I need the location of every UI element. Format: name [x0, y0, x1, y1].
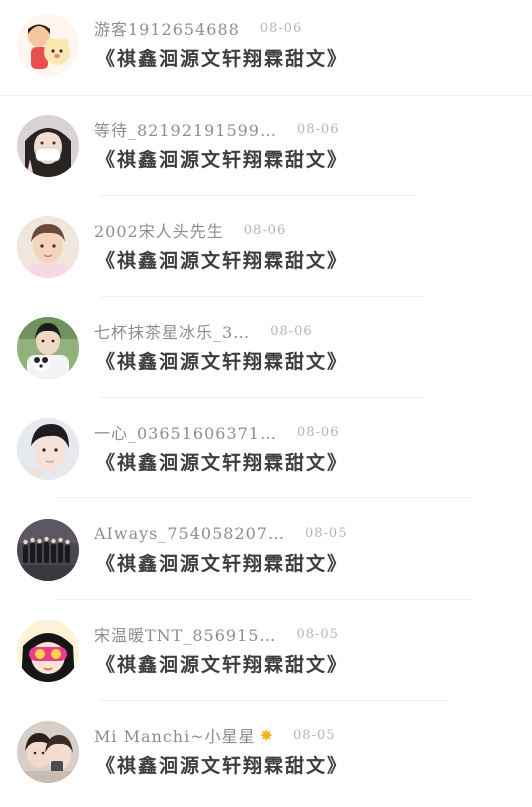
comment-text: 《祺鑫洄源文轩翔霖甜文》: [96, 452, 349, 474]
avatar[interactable]: [17, 216, 79, 278]
avatar[interactable]: [17, 519, 79, 581]
comment-text: 《祺鑫洄源文轩翔霖甜文》: [96, 351, 349, 373]
comment-item[interactable]: 2002宋人头先生 08-06 《祺鑫洄源文轩翔霖甜文》: [0, 202, 532, 302]
avatar[interactable]: [17, 620, 79, 682]
avatar[interactable]: [17, 115, 79, 177]
avatar[interactable]: [17, 14, 79, 76]
avatar[interactable]: [17, 721, 79, 783]
comment-item[interactable]: AIways_754058207… 08-05 《祺鑫洄源文轩翔霖甜文》: [0, 505, 532, 605]
comment-text: 《祺鑫洄源文轩翔霖甜文》: [96, 250, 349, 272]
boy-portrait-avatar: [17, 216, 79, 278]
divider: [100, 397, 426, 398]
comment-text: 《祺鑫洄源文轩翔霖甜文》: [96, 149, 349, 171]
comment-meta: 一心_03651606371… 08-06: [94, 420, 339, 444]
comment-meta: 七杯抹茶星冰乐_3… 08-06: [94, 319, 313, 343]
username[interactable]: 一心_03651606371…: [94, 420, 277, 444]
username[interactable]: 2002宋人头先生: [94, 218, 224, 242]
comment-item[interactable]: 游客1912654688 08-06 《祺鑫洄源文轩翔霖甜文》: [0, 0, 532, 100]
comment-date: 08-05: [304, 525, 348, 541]
comment-item[interactable]: 一心_03651606371… 08-06 《祺鑫洄源文轩翔霖甜文》: [0, 404, 532, 504]
comment-item[interactable]: Mi Manchi~小星星 ✸ 08-05 《祺鑫洄源文轩翔霖甜文》: [0, 707, 532, 807]
divider: [0, 95, 532, 96]
comment-date: 08-06: [270, 323, 313, 339]
avatar[interactable]: [17, 418, 79, 480]
username[interactable]: 宋温暖TNT_856915…: [94, 622, 276, 646]
comment-meta: 宋温暖TNT_856915… 08-05: [94, 622, 339, 646]
comment-date: 08-06: [259, 20, 303, 36]
comment-text: 《祺鑫洄源文轩翔霖甜文》: [96, 553, 349, 575]
username[interactable]: 游客1912654688: [94, 16, 240, 40]
comment-date: 08-06: [296, 424, 340, 440]
comment-date: 08-05: [293, 727, 336, 743]
username[interactable]: AIways_754058207…: [94, 524, 285, 543]
divider: [100, 296, 424, 297]
comment-meta: Mi Manchi~小星星 ✸ 08-05: [94, 723, 336, 747]
boy-closeup-avatar: [17, 418, 79, 480]
avatar[interactable]: [17, 317, 79, 379]
divider: [100, 195, 416, 196]
boy-with-dog-avatar: [17, 317, 79, 379]
comment-meta: 2002宋人头先生 08-06: [94, 218, 286, 242]
username[interactable]: 等待_82192191599…: [94, 117, 277, 141]
comment-meta: AIways_754058207… 08-05: [94, 521, 347, 545]
couple-photo-avatar: [17, 721, 79, 783]
comment-meta: 等待_82192191599… 08-06: [94, 117, 339, 141]
cartoon-couple-avatar: [17, 14, 79, 76]
cartoon-girl-avatar: [17, 620, 79, 682]
username[interactable]: Mi Manchi~小星星: [94, 723, 256, 747]
comment-date: 08-06: [296, 121, 340, 137]
divider: [56, 599, 474, 600]
masked-girl-avatar: [17, 115, 79, 177]
comment-text: 《祺鑫洄源文轩翔霖甜文》: [96, 654, 349, 676]
divider: [56, 497, 474, 498]
divider: [100, 700, 450, 701]
comment-item[interactable]: 宋温暖TNT_856915… 08-05 《祺鑫洄源文轩翔霖甜文》: [0, 606, 532, 706]
comment-date: 08-05: [296, 626, 339, 642]
comment-item[interactable]: 七杯抹茶星冰乐_3… 08-06 《祺鑫洄源文轩翔霖甜文》: [0, 303, 532, 403]
star-icon: ✸: [259, 725, 274, 745]
username[interactable]: 七杯抹茶星冰乐_3…: [94, 319, 250, 343]
comment-list: 游客1912654688 08-06 《祺鑫洄源文轩翔霖甜文》 等待_82192…: [0, 0, 532, 796]
comment-text: 《祺鑫洄源文轩翔霖甜文》: [96, 755, 349, 777]
group-photo-avatar: [17, 519, 79, 581]
comment-item[interactable]: 等待_82192191599… 08-06 《祺鑫洄源文轩翔霖甜文》: [0, 101, 532, 201]
comment-text: 《祺鑫洄源文轩翔霖甜文》: [96, 48, 349, 70]
comment-date: 08-06: [243, 222, 287, 238]
comment-meta: 游客1912654688 08-06: [94, 16, 302, 40]
